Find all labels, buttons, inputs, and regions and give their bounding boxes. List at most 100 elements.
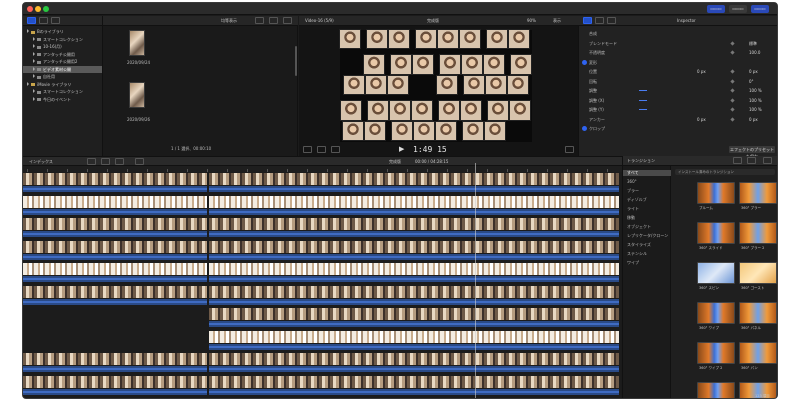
disclosure-triangle-icon[interactable]: [33, 36, 35, 41]
disclosure-triangle-icon[interactable]: [33, 89, 35, 93]
layout-button-1[interactable]: ▭▭▭: [707, 5, 725, 13]
inspector-value[interactable]: 100 %: [749, 97, 762, 104]
inspector-value-x[interactable]: 0 px: [697, 116, 706, 123]
effects-icon[interactable]: [747, 157, 756, 164]
transition-category[interactable]: レプリケータ/クローン: [627, 233, 668, 239]
timeline-clip[interactable]: [23, 262, 207, 283]
timeline-clip[interactable]: [23, 217, 207, 238]
library-item[interactable]: スマートコレクション: [23, 36, 102, 44]
titles-icon[interactable]: [51, 17, 60, 24]
inspector-value[interactable]: 100 %: [749, 87, 762, 94]
inspector-value[interactable]: 標準: [749, 40, 757, 47]
inspector-value[interactable]: 100.0: [749, 49, 760, 56]
disclosure-triangle-icon[interactable]: [27, 29, 29, 33]
timeline-clip[interactable]: [209, 352, 619, 373]
filmstrip-icon[interactable]: [255, 17, 264, 24]
clip-view-label[interactable]: 均等表示: [221, 18, 237, 24]
enable-toggle-icon[interactable]: [582, 126, 587, 131]
keyframe-icon[interactable]: [730, 40, 735, 46]
value-slider[interactable]: [639, 90, 647, 91]
timeline-clip[interactable]: [209, 195, 619, 216]
disclosure-triangle-icon[interactable]: [33, 59, 35, 63]
library-item[interactable]: 自社用: [23, 73, 102, 81]
transition-category[interactable]: すべて: [623, 170, 671, 176]
close-window-button[interactable]: [27, 6, 33, 12]
inspector-value-x[interactable]: 0 px: [697, 68, 706, 75]
select-tool-icon[interactable]: [135, 158, 144, 165]
transition-category[interactable]: ディゾルブ: [627, 197, 647, 203]
overwrite-clip-icon[interactable]: [115, 158, 124, 165]
enable-toggle-icon[interactable]: [582, 59, 587, 65]
value-slider[interactable]: [639, 99, 647, 101]
zoom-dropdown[interactable]: 90%: [527, 18, 536, 23]
photos-icon[interactable]: [39, 17, 48, 24]
playhead[interactable]: [475, 163, 476, 398]
timeline-clip[interactable]: [209, 330, 619, 351]
video-frame[interactable]: [339, 29, 532, 142]
keyframe-icon[interactable]: [730, 69, 735, 74]
minimize-window-button[interactable]: [35, 6, 41, 12]
keyframe-icon[interactable]: [730, 97, 735, 103]
timeline-clip-icon[interactable]: [733, 157, 742, 164]
play-icon[interactable]: ▶: [399, 145, 404, 153]
transition-category[interactable]: ワイプ: [627, 260, 639, 266]
disclosure-triangle-icon[interactable]: [33, 96, 35, 101]
transition-category[interactable]: スタイライズ: [627, 242, 651, 248]
color-tool-icon[interactable]: [317, 146, 326, 153]
index-button[interactable]: インデックス: [29, 159, 53, 165]
transition-thumbnail[interactable]: [697, 182, 735, 204]
transition-thumbnail[interactable]: [739, 182, 777, 204]
library-item[interactable]: スマートコレクション: [23, 88, 102, 96]
disclosure-triangle-icon[interactable]: [33, 66, 35, 71]
clips-scrollbar[interactable]: [295, 46, 297, 76]
transition-category[interactable]: 移動: [627, 215, 635, 221]
transition-category[interactable]: ブラー: [627, 188, 639, 194]
keyframe-icon[interactable]: [730, 50, 735, 55]
timeline-clip[interactable]: [209, 375, 619, 396]
insert-clip-icon[interactable]: [101, 158, 110, 165]
disclosure-triangle-icon[interactable]: [33, 51, 35, 56]
transition-category[interactable]: 360°: [627, 179, 637, 184]
clip-thumbnail-1[interactable]: [129, 30, 145, 56]
transform-tool-icon[interactable]: [303, 146, 312, 153]
keyframe-icon[interactable]: [730, 116, 735, 122]
timeline-clip[interactable]: [209, 240, 619, 261]
transition-thumbnail[interactable]: [739, 222, 777, 244]
timeline-clip[interactable]: [23, 172, 207, 193]
timeline-clip[interactable]: [23, 375, 207, 396]
zoom-window-button[interactable]: [43, 6, 49, 12]
transition-thumbnail[interactable]: [697, 222, 735, 244]
transition-thumbnail[interactable]: [739, 302, 777, 324]
info-inspector-icon[interactable]: [607, 17, 616, 24]
library-item[interactable]: iMovie ライブラリ: [23, 81, 102, 89]
library-item[interactable]: アンタッチ公開用2: [23, 58, 102, 66]
keyframe-icon[interactable]: [730, 88, 735, 93]
timeline-clip[interactable]: [209, 262, 619, 283]
clip-thumbnail-2[interactable]: [129, 82, 145, 108]
inspector-value[interactable]: 100 %: [749, 106, 762, 113]
transition-thumbnail[interactable]: [697, 262, 735, 284]
value-slider[interactable]: [639, 109, 647, 110]
fullscreen-icon[interactable]: [565, 146, 574, 153]
disclosure-triangle-icon[interactable]: [33, 44, 35, 48]
library-item[interactable]: 今日のイベント: [23, 96, 102, 104]
timeline-clip[interactable]: [23, 195, 207, 216]
transition-thumbnail[interactable]: [697, 342, 735, 364]
library-item[interactable]: 10-16(月): [23, 43, 102, 51]
list-view-icon[interactable]: [269, 17, 278, 24]
layout-button-2[interactable]: ▭▭▭: [729, 5, 747, 13]
timeline-clip[interactable]: [209, 285, 619, 306]
video-inspector-icon[interactable]: [583, 17, 592, 24]
library-item[interactable]: Bのライブラリ: [23, 28, 102, 36]
timeline-clip[interactable]: [23, 285, 207, 306]
timeline-clip[interactable]: [23, 240, 207, 261]
keyframe-icon[interactable]: [730, 107, 735, 112]
timeline-clip[interactable]: [209, 172, 619, 193]
inspector-value[interactable]: 0 px: [749, 68, 758, 75]
layout-button-3[interactable]: ▭▭▭: [751, 5, 769, 13]
inspector-value[interactable]: 0°: [749, 78, 754, 85]
timeline[interactable]: [23, 172, 621, 398]
transition-category[interactable]: ライト: [627, 206, 639, 212]
view-dropdown[interactable]: 表示: [553, 18, 561, 24]
retime-tool-icon[interactable]: [331, 146, 340, 153]
